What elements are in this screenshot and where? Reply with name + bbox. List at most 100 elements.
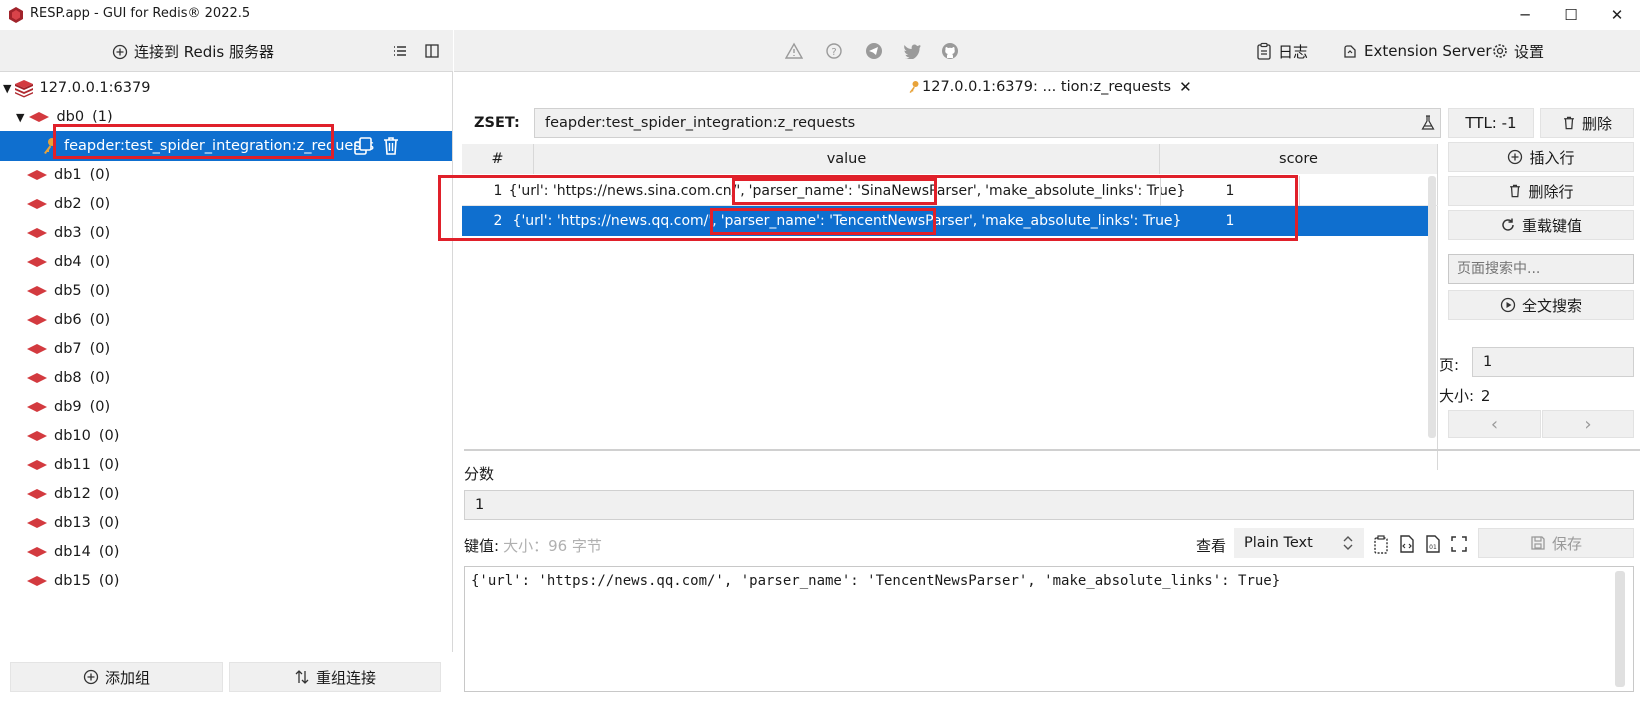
left-bottom-bar: 添加组 重组连接 [0, 652, 453, 702]
tree-db6[interactable]: db6 (0) [0, 305, 452, 335]
tree-db9[interactable]: db9 (0) [0, 392, 452, 422]
table-row-selected[interactable]: 2 {'url': 'https://news.qq.com/', 'parse… [462, 206, 1428, 236]
help-icon[interactable]: ? [824, 41, 844, 61]
trash-icon [1562, 115, 1576, 131]
insert-row-button[interactable]: 插入行 [1448, 142, 1634, 172]
column-header-score[interactable]: score [1160, 144, 1438, 174]
prev-page-button[interactable]: ‹ [1448, 410, 1541, 438]
format-code-icon[interactable] [1398, 534, 1416, 554]
connections-panel: 连接到 Redis 服务器 ▼ 127.0.0.1:6379 ▼ db0 (1)… [0, 30, 453, 702]
telegram-icon[interactable] [864, 41, 884, 61]
minimize-button[interactable]: ─ [1502, 0, 1548, 30]
key-icon [42, 137, 58, 155]
tree-db14[interactable]: db14 (0) [0, 537, 452, 567]
value-cell[interactable]: {'url': 'https://news.qq.com/', 'parser_… [513, 206, 1182, 236]
ttl-button[interactable]: TTL: -1 [1448, 108, 1534, 138]
tree-db13[interactable]: db13 (0) [0, 508, 452, 538]
tree-server[interactable]: ▼ 127.0.0.1:6379 [0, 73, 452, 103]
database-icon [26, 315, 48, 325]
copy-value-icon[interactable] [1372, 534, 1390, 554]
next-page-button[interactable]: › [1542, 410, 1634, 438]
page-number-field[interactable]: 1 [1472, 347, 1634, 377]
chevron-updown-icon [1342, 534, 1354, 552]
table-row[interactable]: 1 {'url': 'https://news.sina.com.cn/', '… [462, 176, 1438, 206]
tree-db2[interactable]: db2 (0) [0, 189, 452, 219]
plus-circle-icon [1507, 149, 1523, 165]
save-button[interactable]: 保存 [1478, 528, 1634, 558]
play-circle-icon [1500, 297, 1516, 313]
page-search-input[interactable] [1448, 254, 1634, 284]
reload-button[interactable]: 重载键值 [1448, 210, 1634, 240]
database-icon [26, 576, 48, 586]
expand-arrow-icon[interactable]: ▼ [16, 111, 24, 124]
expand-arrow-icon[interactable]: ▼ [3, 82, 11, 95]
key-name: feapder:test_spider_integration:z_reques… [64, 138, 375, 154]
github-icon[interactable] [940, 41, 960, 61]
tree-db8[interactable]: db8 (0) [0, 363, 452, 393]
database-icon [26, 170, 48, 180]
clipboard-icon [1256, 42, 1272, 60]
database-icon [26, 402, 48, 412]
warning-icon[interactable] [784, 41, 804, 61]
twitter-icon[interactable] [902, 41, 922, 61]
tree-db5[interactable]: db5 (0) [0, 276, 452, 306]
tree-db3[interactable]: db3 (0) [0, 218, 452, 248]
column-header-index[interactable]: # [462, 144, 534, 174]
full-text-search-button[interactable]: 全文搜索 [1448, 290, 1634, 320]
column-header-value[interactable]: value [534, 144, 1160, 174]
database-icon [26, 431, 48, 441]
flask-icon[interactable] [1421, 115, 1435, 131]
database-icon [26, 228, 48, 238]
database-icon [26, 460, 48, 470]
table-scrollbar[interactable] [1428, 176, 1436, 438]
connect-redis-button[interactable]: 连接到 Redis 服务器 [112, 41, 274, 62]
tree-db10[interactable]: db10 (0) [0, 421, 452, 451]
tree-db0[interactable]: ▼ db0 (1) [0, 102, 452, 132]
right-toolbar: ? 日志 Extension Server 设置 [454, 30, 1640, 72]
tree-key-selected[interactable]: feapder:test_spider_integration:z_reques… [0, 131, 452, 161]
tab-close-icon[interactable]: ✕ [1179, 78, 1192, 96]
extension-icon [1342, 43, 1358, 59]
database-icon [26, 286, 48, 296]
editor-scrollbar[interactable] [1615, 571, 1625, 687]
add-group-button[interactable]: 添加组 [10, 662, 223, 692]
tree-db11[interactable]: db11 (0) [0, 450, 452, 480]
fullscreen-icon[interactable] [1450, 535, 1468, 553]
key-icon [908, 80, 920, 94]
tab-key[interactable]: 127.0.0.1:6379: ... tion:z_requests ✕ [908, 78, 1192, 96]
plus-circle-icon [112, 44, 128, 60]
tree-db12[interactable]: db12 (0) [0, 479, 452, 509]
view-label: 查看 [1196, 537, 1227, 555]
delete-key-button[interactable]: 删除 [1540, 108, 1634, 138]
log-button[interactable]: 日志 [1256, 30, 1308, 72]
score-input[interactable]: 1 [464, 490, 1634, 520]
value-editor[interactable]: {'url': 'https://news.qq.com/', 'parser_… [464, 566, 1634, 692]
tree-db1[interactable]: db1 (0) [0, 160, 452, 190]
splitter[interactable] [464, 449, 1640, 451]
close-window-button[interactable]: ✕ [1594, 0, 1640, 30]
score-cell[interactable]: 1 [1160, 176, 1300, 206]
delete-row-button[interactable]: 删除行 [1448, 176, 1634, 206]
reload-icon [1500, 217, 1516, 233]
key-name-field[interactable]: feapder:test_spider_integration:z_reques… [534, 108, 1441, 138]
panel-toggle-icon[interactable] [424, 43, 440, 59]
maximize-button[interactable]: ☐ [1548, 0, 1594, 30]
list-view-icon[interactable] [392, 43, 408, 59]
database-icon [26, 518, 48, 528]
key-type-label: ZSET: [474, 115, 520, 131]
score-cell[interactable]: 1 [1160, 206, 1300, 236]
tree-db15[interactable]: db15 (0) [0, 566, 452, 596]
tree-db7[interactable]: db7 (0) [0, 334, 452, 364]
settings-button[interactable]: 设置 [1492, 30, 1544, 72]
copy-key-icon[interactable] [352, 135, 374, 157]
key-editor-panel: ? 日志 Extension Server 设置 127.0.0.1:6379:… [438, 30, 1640, 702]
extension-server-button[interactable]: Extension Server [1342, 30, 1492, 72]
regroup-button[interactable]: 重组连接 [229, 662, 441, 692]
value-cell[interactable]: {'url': 'https://news.sina.com.cn/', 'pa… [509, 176, 1186, 206]
score-label: 分数 [464, 465, 495, 483]
trash-icon[interactable] [381, 135, 401, 157]
binary-file-icon[interactable]: 01 [1424, 534, 1442, 554]
save-icon [1530, 535, 1546, 551]
tree-db4[interactable]: db4 (0) [0, 247, 452, 277]
view-mode-select[interactable]: Plain Text [1234, 528, 1364, 558]
